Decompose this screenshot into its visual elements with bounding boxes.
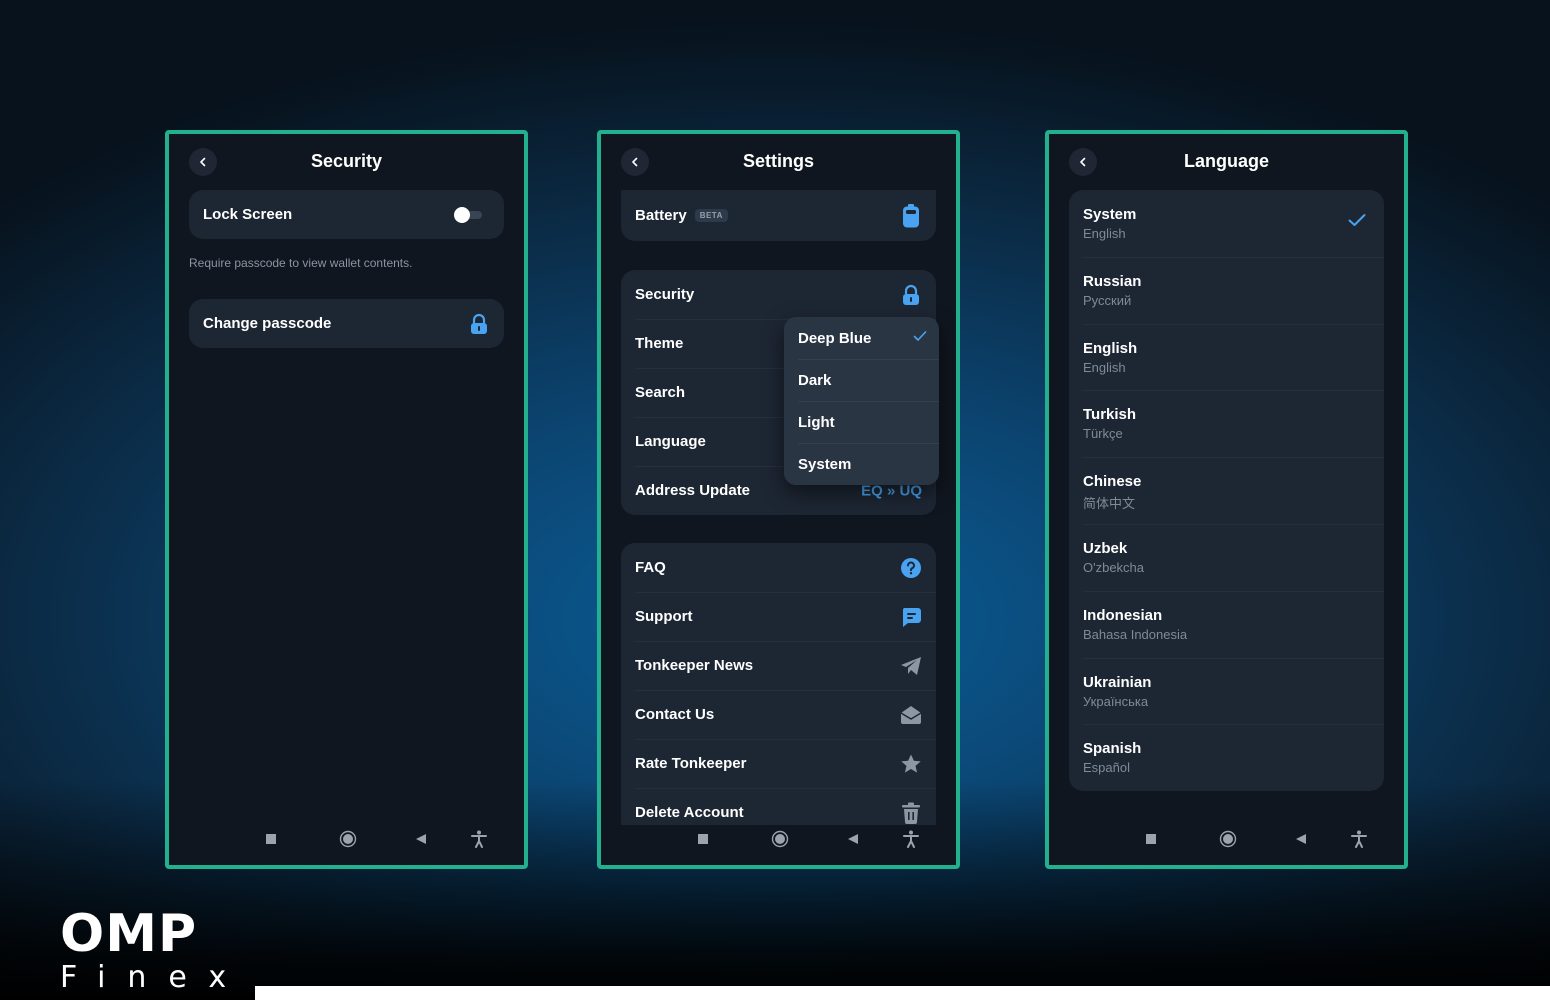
theme-option[interactable]: Deep Blue xyxy=(784,317,939,359)
support-label: Support xyxy=(635,608,693,625)
stop-icon[interactable] xyxy=(265,829,277,849)
star-icon xyxy=(900,753,922,775)
brand-logo: OMP Finex xyxy=(60,904,249,995)
rate-label: Rate Tonkeeper xyxy=(635,755,747,772)
delete-row[interactable]: Delete Account xyxy=(621,788,936,825)
battery-label: Battery xyxy=(635,207,687,224)
back-triangle-icon[interactable] xyxy=(847,829,859,849)
accessibility-icon[interactable] xyxy=(1351,829,1367,849)
contact-label: Contact Us xyxy=(635,706,715,723)
delete-label: Delete Account xyxy=(635,804,744,821)
lock-screen-card: Lock Screen xyxy=(189,190,504,239)
language-item[interactable]: English English xyxy=(1069,323,1384,391)
news-label: Tonkeeper News xyxy=(635,657,754,674)
language-item[interactable]: Spanish Español xyxy=(1069,724,1384,791)
header: Language xyxy=(1049,134,1404,190)
accessibility-icon[interactable] xyxy=(903,829,919,849)
check-icon xyxy=(1348,214,1366,226)
security-row[interactable]: Security xyxy=(621,270,936,319)
language-item[interactable]: Ukrainian Українська xyxy=(1069,657,1384,725)
android-navbar xyxy=(169,821,524,865)
theme-label: Theme xyxy=(635,335,684,352)
battery-row[interactable]: Battery BETA xyxy=(621,190,936,241)
check-icon xyxy=(913,331,927,341)
back-triangle-icon[interactable] xyxy=(415,829,427,849)
stop-icon[interactable] xyxy=(1145,829,1157,849)
android-navbar xyxy=(601,821,956,865)
settings-screen: Settings Battery BETA Security Theme Sea… xyxy=(597,130,960,869)
address-update-label: Address Update xyxy=(635,482,751,499)
theme-dropdown: Deep Blue Dark Light System xyxy=(784,317,939,485)
support-row[interactable]: Support xyxy=(621,592,936,641)
language-item[interactable]: Chinese 简体中文 xyxy=(1069,457,1384,524)
home-circle-icon[interactable] xyxy=(771,829,789,849)
faq-label: FAQ xyxy=(635,559,666,576)
security-label: Security xyxy=(635,286,695,303)
page-title: Language xyxy=(1183,151,1269,171)
back-triangle-icon[interactable] xyxy=(1295,829,1307,849)
bottom-strip xyxy=(255,986,1550,1000)
question-icon xyxy=(900,557,922,579)
theme-option[interactable]: System xyxy=(784,443,939,485)
lock-screen-label: Lock Screen xyxy=(203,206,293,223)
search-label: Search xyxy=(635,384,686,401)
battery-card: Battery BETA xyxy=(621,190,936,241)
language-screen: Language System English Russian Русский … xyxy=(1045,130,1408,869)
page-title: Settings xyxy=(742,151,814,171)
home-circle-icon[interactable] xyxy=(1219,829,1237,849)
home-circle-icon[interactable] xyxy=(339,829,357,849)
page-title: Security xyxy=(310,151,383,171)
mail-open-icon xyxy=(900,704,922,726)
theme-option[interactable]: Dark xyxy=(784,359,939,401)
header: Security xyxy=(169,134,524,190)
change-passcode-card: Change passcode xyxy=(189,299,504,348)
language-item[interactable]: Indonesian Bahasa Indonesia xyxy=(1069,590,1384,658)
battery-icon xyxy=(900,203,922,227)
lock-screen-toggle[interactable] xyxy=(454,206,482,223)
theme-option[interactable]: Light xyxy=(784,401,939,443)
accessibility-icon[interactable] xyxy=(471,829,487,849)
language-item[interactable]: Russian Русский xyxy=(1069,256,1384,324)
change-passcode-row[interactable]: Change passcode xyxy=(189,299,504,348)
language-label: Language xyxy=(635,433,706,450)
language-item[interactable]: Uzbek O'zbekcha xyxy=(1069,523,1384,591)
help-card: FAQ Support Tonkeeper News Contact Us Ra… xyxy=(621,543,936,825)
news-row[interactable]: Tonkeeper News xyxy=(621,641,936,690)
chat-icon xyxy=(900,606,922,628)
android-navbar xyxy=(1049,821,1404,865)
contact-row[interactable]: Contact Us xyxy=(621,690,936,739)
stop-icon[interactable] xyxy=(697,829,709,849)
logo-sub-text: Finex xyxy=(60,960,249,995)
faq-row[interactable]: FAQ xyxy=(621,543,936,592)
language-item[interactable]: System English xyxy=(1069,190,1384,257)
logo-main-text: OMP xyxy=(60,904,198,964)
security-screen: Security Lock Screen Require passcode to… xyxy=(165,130,528,869)
lock-screen-row[interactable]: Lock Screen xyxy=(189,190,504,239)
lock-screen-hint: Require passcode to view wallet contents… xyxy=(189,256,413,270)
change-passcode-label: Change passcode xyxy=(203,315,332,332)
rate-row[interactable]: Rate Tonkeeper xyxy=(621,739,936,788)
lock-icon xyxy=(900,284,922,306)
telegram-icon xyxy=(900,655,922,677)
lock-icon xyxy=(468,313,490,335)
header: Settings xyxy=(601,134,956,190)
language-list: System English Russian Русский English E… xyxy=(1069,190,1384,792)
language-item[interactable]: Turkish Türkçe xyxy=(1069,390,1384,457)
beta-badge: BETA xyxy=(694,209,728,222)
